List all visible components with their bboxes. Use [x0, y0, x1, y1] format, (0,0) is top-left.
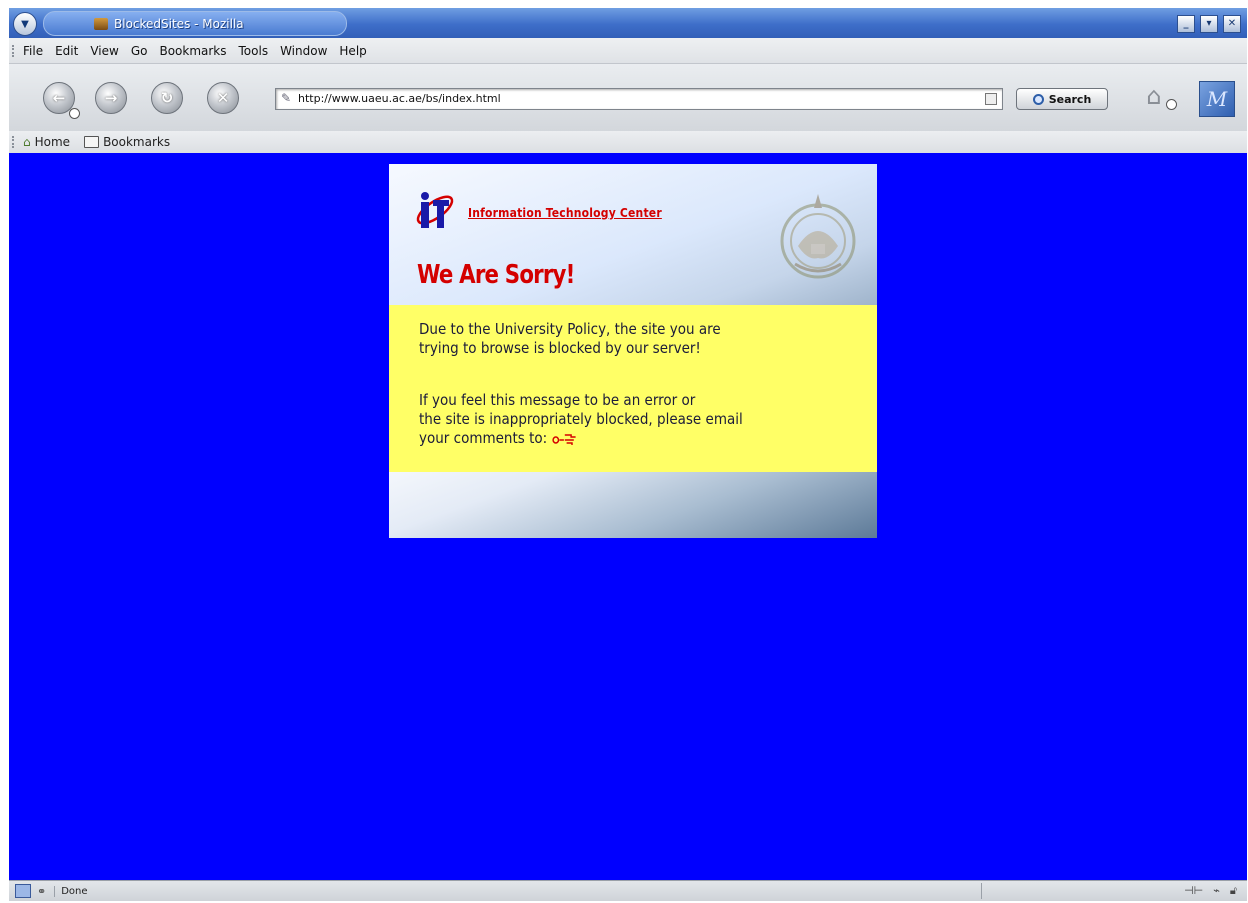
menu-tools[interactable]: Tools — [239, 44, 269, 58]
app-icon — [94, 17, 108, 30]
print-icon: ⌂ — [1146, 82, 1162, 110]
uaeu-emblem — [780, 194, 856, 279]
menu-go[interactable]: Go — [131, 44, 148, 58]
policy-message: Due to the University Policy, the site y… — [419, 320, 721, 358]
mozilla-throbber-icon[interactable]: M — [1199, 81, 1235, 117]
home-bookmark[interactable]: ⌂ Home — [23, 135, 70, 149]
menu-help[interactable]: Help — [339, 44, 366, 58]
message-line: your comments to: — [419, 429, 548, 447]
search-button-label: Search — [1048, 92, 1092, 106]
message-line-with-link: your comments to: — [419, 429, 743, 448]
search-icon — [1032, 93, 1044, 105]
stop-icon: ✕ — [216, 89, 230, 107]
panel-header: Information Technology Center We Are Sor… — [389, 164, 877, 305]
back-icon: ← — [52, 89, 66, 107]
menu-bar: File Edit View Go Bookmarks Tools Window… — [9, 38, 1247, 64]
forward-icon: → — [104, 89, 118, 107]
message-line: the site is inappropriately blocked, ple… — [419, 410, 743, 428]
page-icon: ✎ — [281, 91, 292, 105]
bookmarks-menu[interactable]: Bookmarks — [84, 135, 170, 149]
menu-file[interactable]: File — [23, 44, 43, 58]
menu-edit[interactable]: Edit — [55, 44, 78, 58]
url-text[interactable]: http://www.uaeu.ac.ae/bs/index.html — [298, 92, 501, 105]
navigator-icon[interactable] — [15, 884, 31, 898]
stop-button[interactable]: ✕ — [207, 82, 239, 114]
menu-bookmarks[interactable]: Bookmarks — [159, 44, 226, 58]
url-input[interactable]: ✎ http://www.uaeu.ac.ae/bs/index.html — [275, 88, 1003, 110]
window-title-tab[interactable]: BlockedSites - Mozilla — [43, 11, 347, 36]
forward-button[interactable]: → — [95, 82, 127, 114]
back-button[interactable]: ← — [43, 82, 80, 119]
email-link-icon[interactable] — [552, 432, 579, 446]
popup-blocked-icon[interactable]: ⌁ — [1213, 884, 1220, 898]
page-content: Information Technology Center We Are Sor… — [9, 153, 1247, 880]
title-bar: ▼ BlockedSites - Mozilla _ ▾ ✕ — [9, 8, 1247, 38]
print-dropdown[interactable] — [1166, 99, 1177, 110]
message-line: trying to browse is blocked by our serve… — [419, 339, 701, 357]
home-label: Home — [34, 135, 71, 149]
home-icon: ⌂ — [23, 135, 31, 149]
status-bar: ⚭ Done ⊣⊢ ⌁ 🔓︎ — [9, 880, 1247, 901]
reload-button[interactable]: ↻ — [151, 82, 183, 114]
search-button[interactable]: Search — [1016, 88, 1108, 110]
url-history-dropdown[interactable] — [985, 93, 997, 105]
print-button[interactable]: ⌂ — [1137, 82, 1177, 110]
window-title: BlockedSites - Mozilla — [114, 16, 244, 31]
page-heading: We Are Sorry! — [417, 260, 575, 290]
menu-window[interactable]: Window — [280, 44, 327, 58]
toolbar-grip[interactable] — [12, 136, 17, 148]
itc-link[interactable]: Information Technology Center — [468, 206, 662, 220]
message-line: Due to the University Policy, the site y… — [419, 320, 721, 338]
security-lock-icon: 🔓︎ — [1229, 884, 1237, 897]
panel-footer — [389, 472, 877, 538]
bookmarks-label: Bookmarks — [103, 135, 171, 149]
status-text: Done — [54, 885, 941, 897]
message-box: Due to the University Policy, the site y… — [389, 305, 877, 472]
menu-view[interactable]: View — [90, 44, 118, 58]
browser-window: ▼ BlockedSites - Mozilla _ ▾ ✕ File Edit… — [9, 8, 1247, 901]
personal-toolbar: ⌂ Home Bookmarks — [9, 131, 1247, 154]
blocked-notice-panel: Information Technology Center We Are Sor… — [389, 164, 877, 538]
status-divider — [981, 883, 982, 899]
online-status-icon[interactable]: ⚭ — [37, 885, 46, 898]
minimize-button[interactable]: _ — [1177, 15, 1195, 33]
reload-icon: ↻ — [160, 89, 174, 107]
close-button[interactable]: ✕ — [1223, 15, 1241, 33]
folder-icon — [84, 136, 100, 148]
message-line: If you feel this message to be an error … — [419, 391, 696, 409]
toolbar-grip[interactable] — [12, 44, 17, 57]
maximize-button[interactable]: ▾ — [1200, 15, 1218, 33]
it-logo — [416, 192, 454, 228]
error-report-message: If you feel this message to be an error … — [419, 391, 743, 448]
connection-icon: ⊣⊢ — [1184, 884, 1204, 897]
navigation-toolbar: ← → ↻ ✕ ✎ http://www.uaeu.ac.ae/bs/index… — [9, 64, 1247, 132]
back-dropdown[interactable] — [69, 108, 80, 119]
window-menu-button[interactable]: ▼ — [13, 12, 37, 36]
